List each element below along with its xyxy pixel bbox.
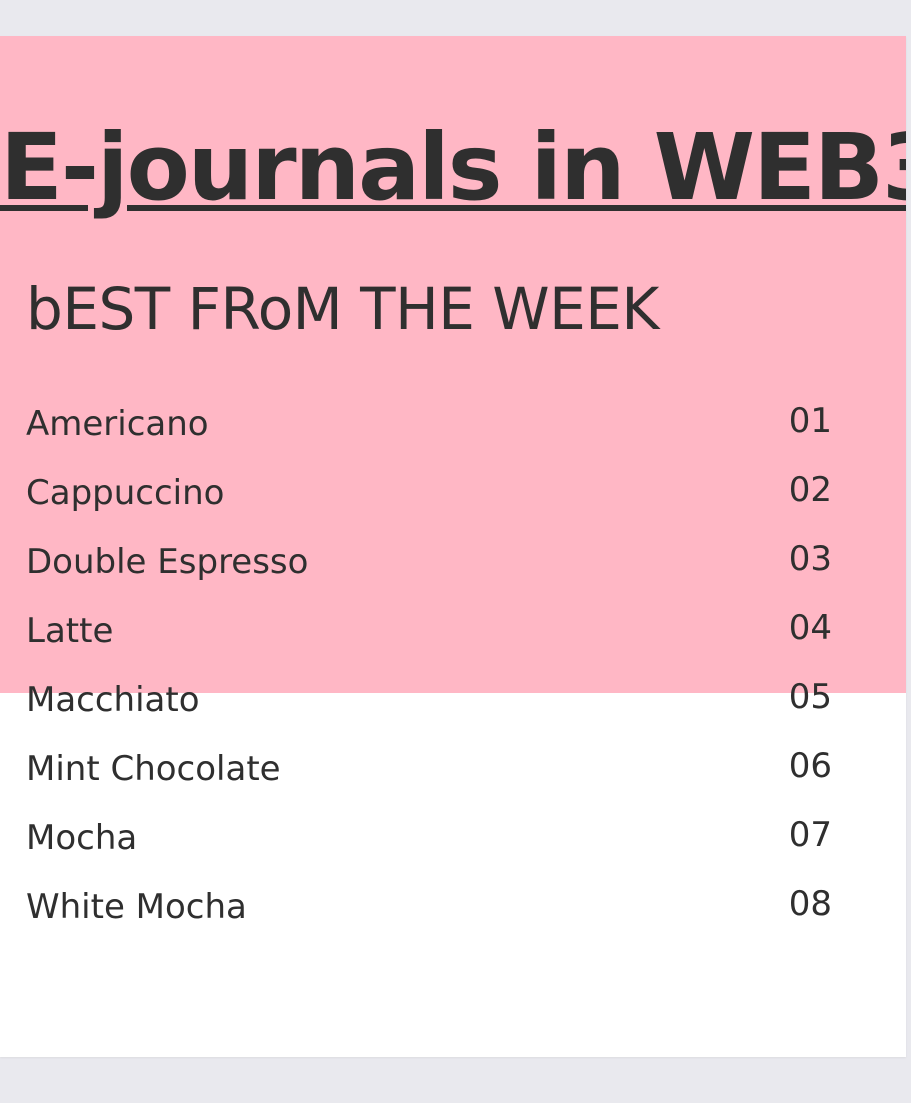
list-item: Mocha 07 bbox=[26, 818, 832, 887]
section-subtitle: bEST FRoM THE WEEK bbox=[26, 275, 659, 343]
page-title: E-journals in WEB3 bbox=[0, 114, 906, 221]
item-number: 06 bbox=[788, 746, 832, 786]
list-item: Cappuccino 02 bbox=[26, 473, 832, 542]
item-name: Mocha bbox=[26, 818, 138, 858]
item-name: Mint Chocolate bbox=[26, 749, 281, 789]
item-name: White Mocha bbox=[26, 887, 247, 927]
list-item: Double Espresso 03 bbox=[26, 542, 832, 611]
item-name: Latte bbox=[26, 611, 114, 651]
item-number: 02 bbox=[788, 470, 832, 510]
list-item: Mint Chocolate 06 bbox=[26, 749, 832, 818]
item-number: 08 bbox=[788, 884, 832, 924]
item-number: 07 bbox=[788, 815, 832, 855]
item-number: 03 bbox=[788, 539, 832, 579]
content-card: E-journals in WEB3 bEST FRoM THE WEEK Am… bbox=[0, 36, 906, 1057]
list-item: Macchiato 05 bbox=[26, 680, 832, 749]
item-name: Americano bbox=[26, 404, 209, 444]
item-name: Double Espresso bbox=[26, 542, 309, 582]
coffee-list: Americano 01 Cappuccino 02 Double Espres… bbox=[26, 404, 832, 956]
list-item: Latte 04 bbox=[26, 611, 832, 680]
item-number: 04 bbox=[788, 608, 832, 648]
item-name: Macchiato bbox=[26, 680, 200, 720]
item-name: Cappuccino bbox=[26, 473, 225, 513]
item-number: 01 bbox=[788, 401, 832, 441]
list-item: White Mocha 08 bbox=[26, 887, 832, 956]
list-item: Americano 01 bbox=[26, 404, 832, 473]
item-number: 05 bbox=[788, 677, 832, 717]
